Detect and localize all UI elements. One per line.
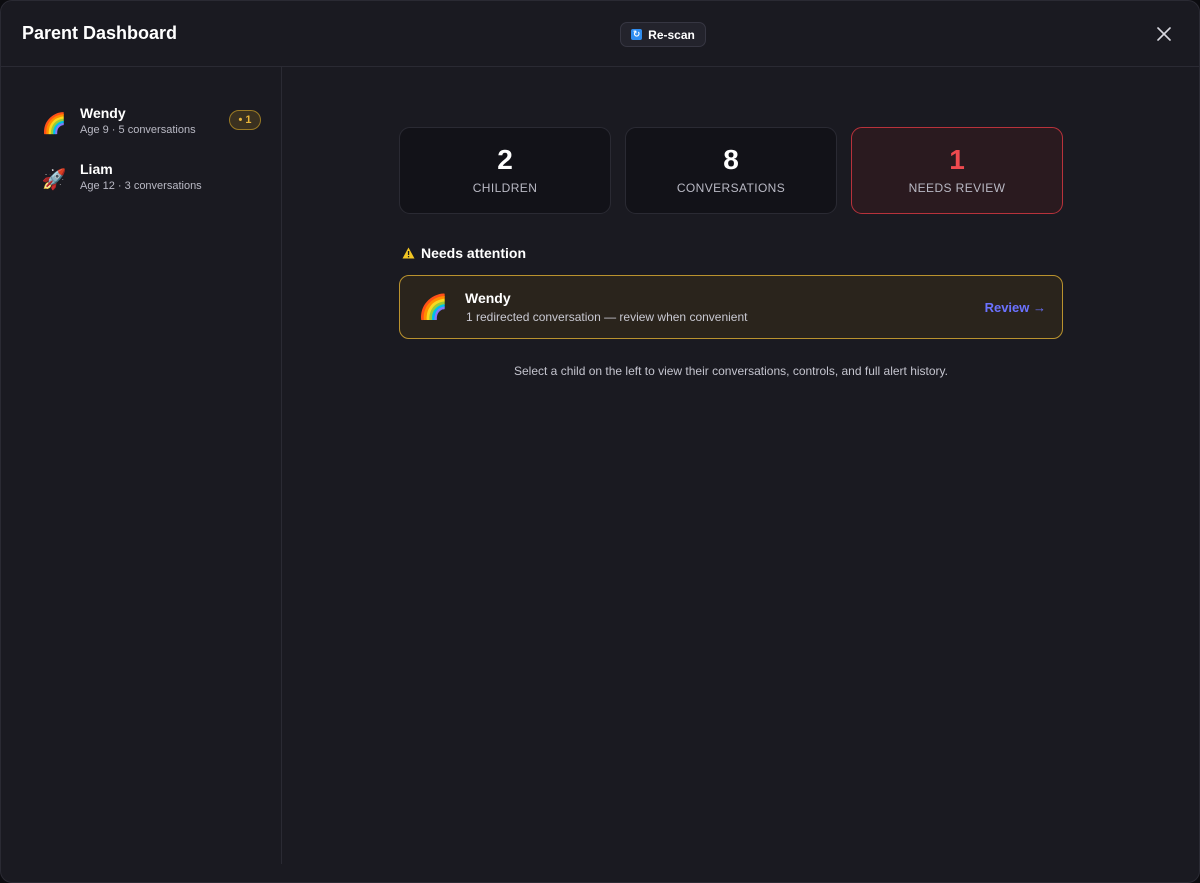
- stat-card-conversations: 8 CONVERSATIONS: [625, 127, 837, 214]
- parent-dashboard-modal: Parent Dashboard ↻ Re-scan 🌈 Wendy Age 9…: [0, 0, 1200, 883]
- stat-value: 2: [497, 144, 513, 175]
- refresh-icon: ↻: [631, 29, 643, 40]
- stat-label: CHILDREN: [472, 181, 538, 195]
- stat-card-children: 2 CHILDREN: [399, 127, 611, 214]
- rainbow-icon: 🌈: [41, 113, 67, 135]
- rescan-button[interactable]: ↻ Re-scan: [620, 22, 706, 47]
- child-name: Wendy: [80, 105, 126, 121]
- child-name: Liam: [80, 161, 113, 177]
- sidebar: 🌈 Wendy Age 9 · 5 conversations • 1 🚀 Li…: [1, 67, 282, 864]
- alert-count-badge: • 1: [229, 110, 261, 130]
- select-child-hint: Select a child on the left to view their…: [514, 364, 948, 378]
- stat-value: 8: [723, 144, 739, 175]
- sidebar-item-liam[interactable]: 🚀 Liam Age 12 · 3 conversations: [41, 161, 266, 201]
- close-icon: [1157, 27, 1171, 41]
- warning-icon: [402, 247, 415, 259]
- sidebar-item-wendy[interactable]: 🌈 Wendy Age 9 · 5 conversations • 1: [41, 105, 266, 145]
- rescan-label: Re-scan: [648, 27, 695, 42]
- stat-label: CONVERSATIONS: [676, 181, 786, 195]
- rocket-icon: 🚀: [41, 169, 67, 191]
- child-meta: Age 12 · 3 conversations: [80, 180, 202, 192]
- review-link[interactable]: Review →: [985, 300, 1046, 315]
- attention-item-wendy[interactable]: 🌈 Wendy 1 redirected conversation — revi…: [399, 275, 1063, 339]
- close-button[interactable]: [1153, 23, 1175, 45]
- attention-child-name: Wendy: [465, 290, 511, 306]
- child-meta: Age 9 · 5 conversations: [80, 124, 196, 136]
- rainbow-icon: 🌈: [418, 294, 448, 321]
- needs-attention-heading: Needs attention: [402, 245, 526, 261]
- header: Parent Dashboard ↻ Re-scan: [1, 1, 1199, 67]
- needs-attention-title: Needs attention: [421, 245, 527, 261]
- attention-description: 1 redirected conversation — review when …: [466, 310, 748, 324]
- stat-label: NEEDS REVIEW: [908, 181, 1006, 195]
- stat-value: 1: [949, 144, 965, 175]
- page-title: Parent Dashboard: [22, 23, 178, 43]
- stat-card-needs-review: 1 NEEDS REVIEW: [851, 127, 1063, 214]
